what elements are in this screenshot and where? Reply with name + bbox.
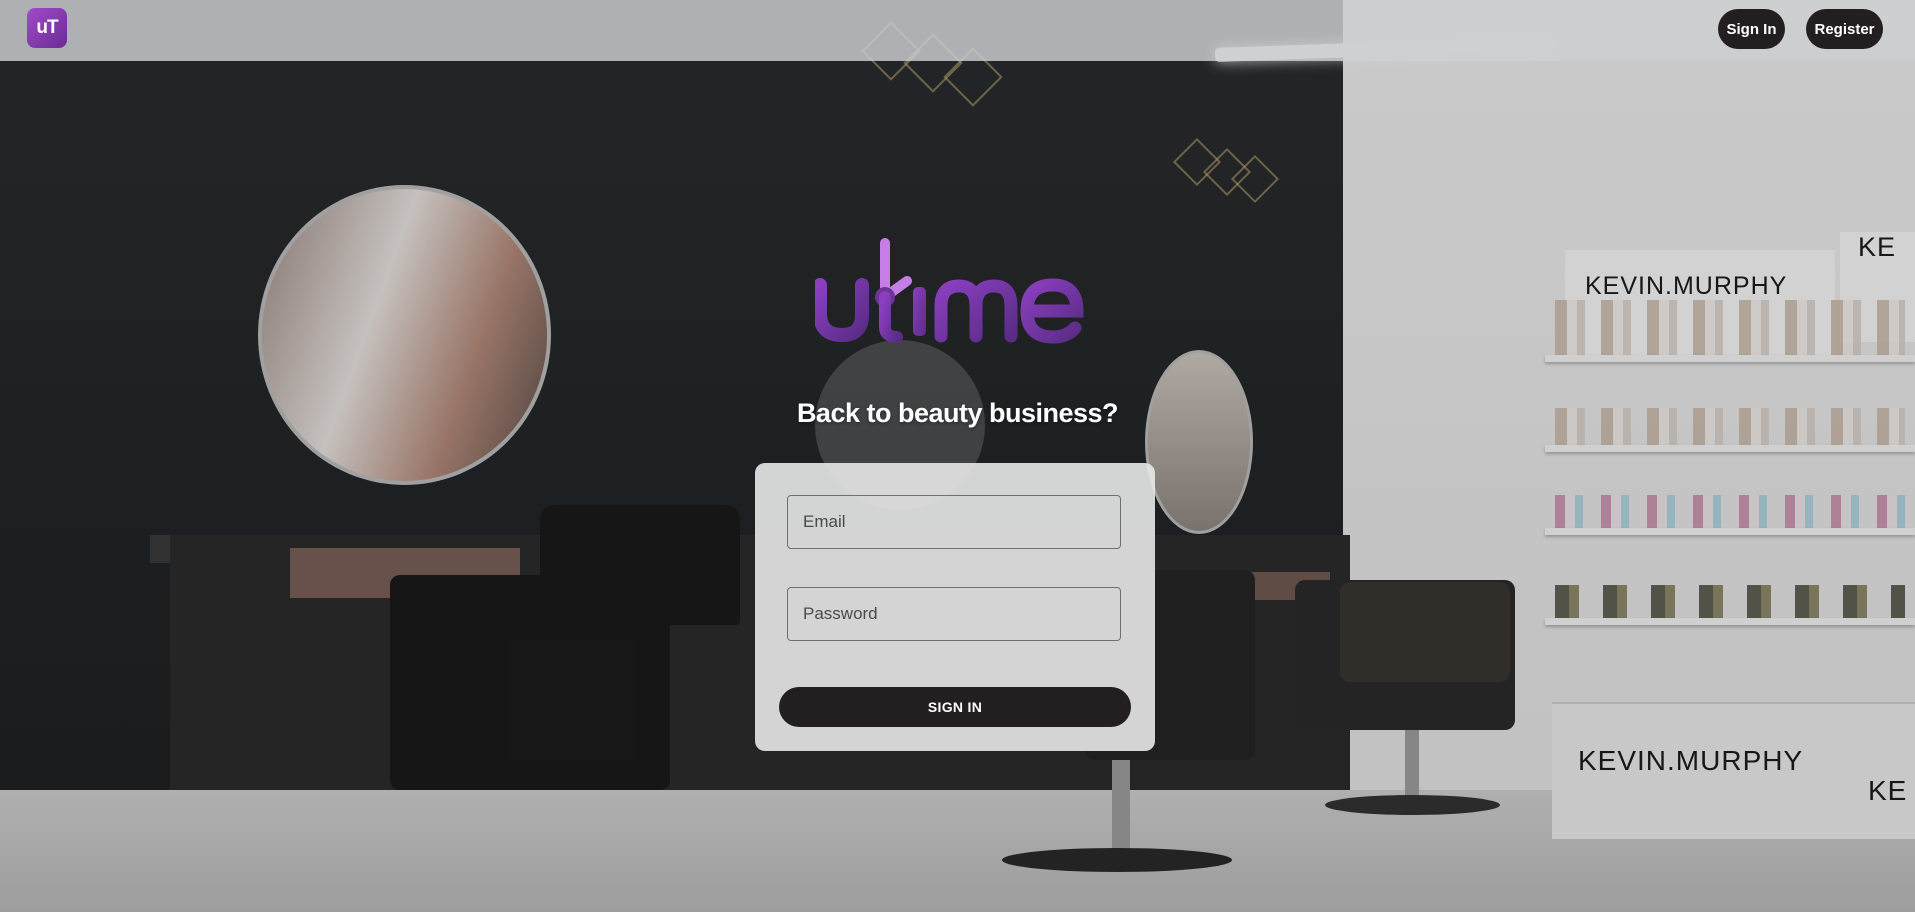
background-overlay <box>0 0 1915 912</box>
app-logo-text: uT <box>36 17 58 38</box>
register-nav-button[interactable]: Register <box>1806 9 1883 49</box>
utime-logo <box>815 238 1084 344</box>
email-field[interactable] <box>787 495 1121 549</box>
sign-in-nav-button[interactable]: Sign In <box>1718 9 1785 49</box>
top-nav-bar: uT Sign In Register <box>0 0 1915 61</box>
password-field[interactable] <box>787 587 1121 641</box>
page-headline: Back to beauty business? <box>796 398 1119 428</box>
sign-in-card: SIGN IN <box>755 463 1155 751</box>
app-logo[interactable]: uT <box>27 8 67 48</box>
background-photo: KEVIN.MURPHY KE KEVIN.MURPHY KE <box>0 0 1915 912</box>
sign-in-submit-button[interactable]: SIGN IN <box>779 687 1131 727</box>
